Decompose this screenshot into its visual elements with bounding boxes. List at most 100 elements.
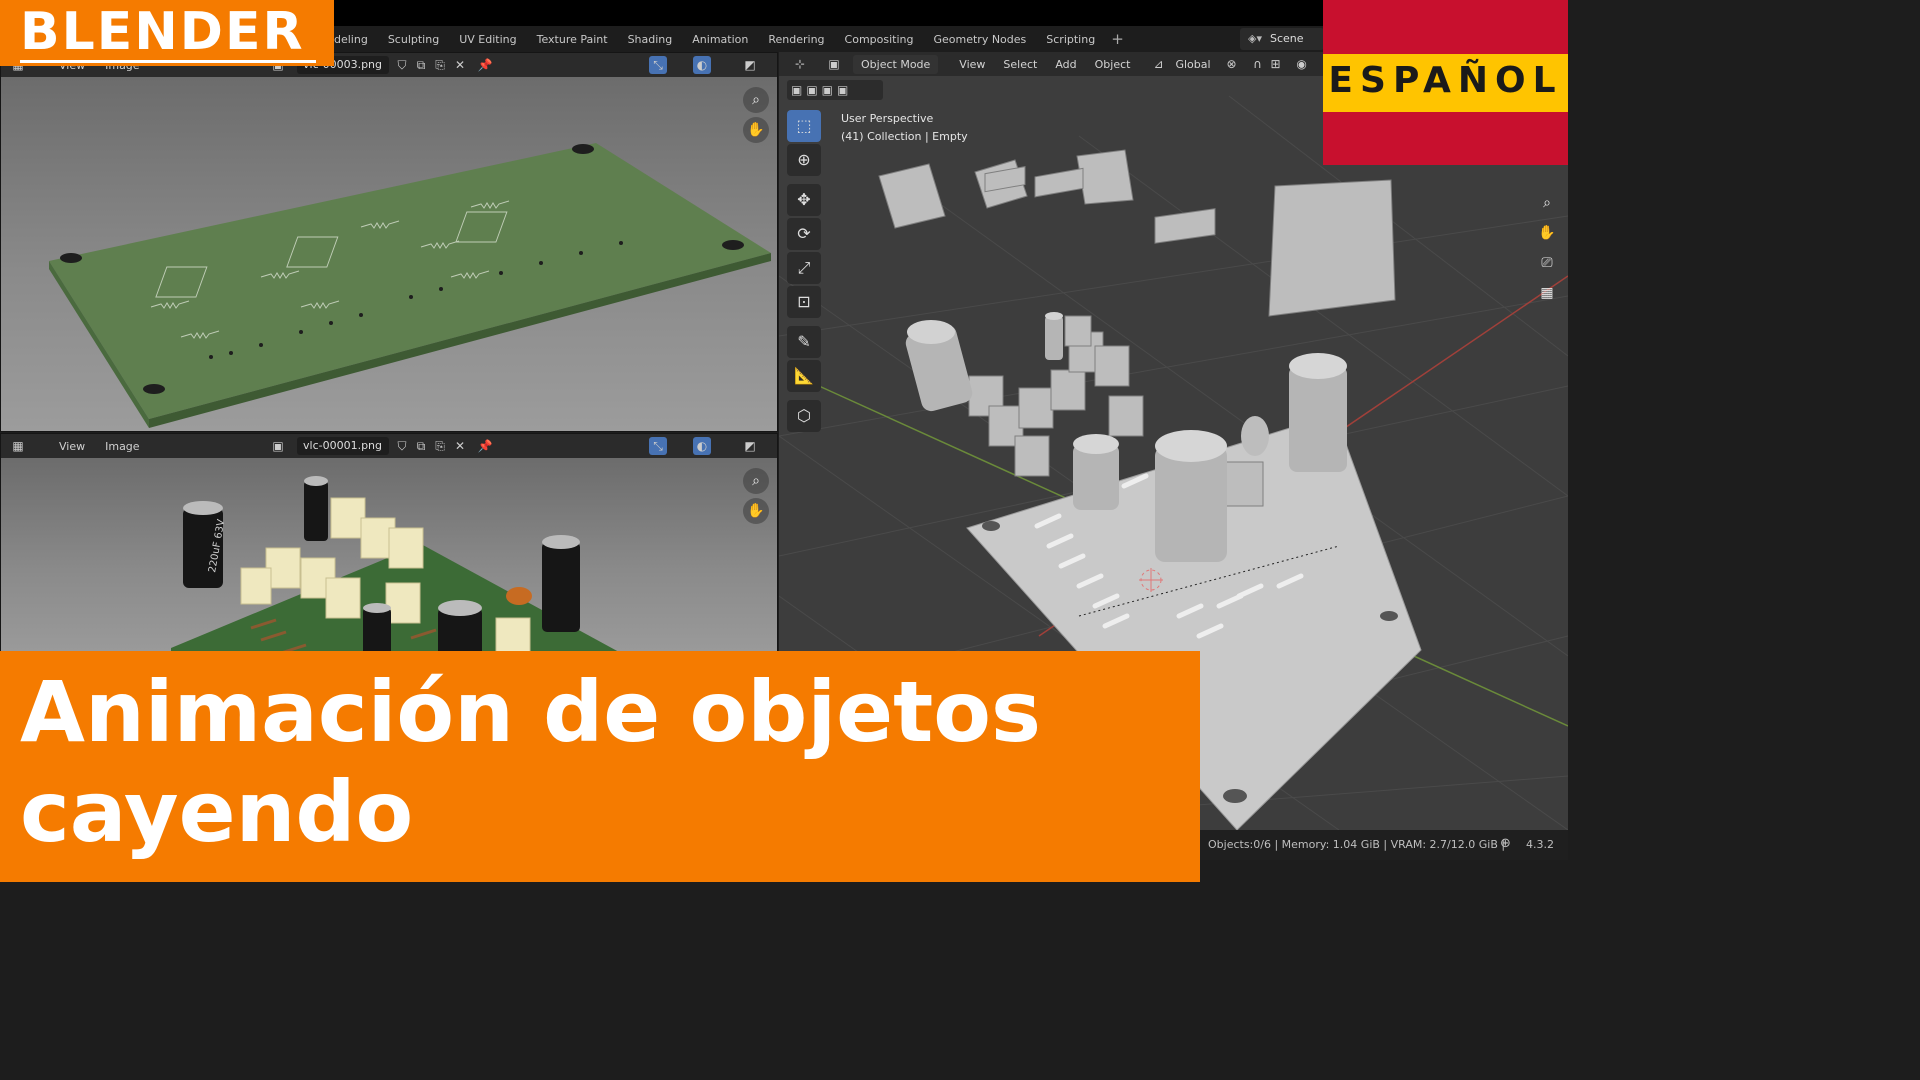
pin-icon[interactable]: 📌 — [476, 56, 494, 74]
viewport-info: User Perspective (41) Collection | Empty — [841, 110, 968, 146]
pan-hand-icon[interactable]: ✋ — [743, 117, 769, 143]
language-label: ESPAÑOL — [1328, 60, 1563, 101]
spain-flag-badge: ESPAÑOL — [1323, 0, 1568, 165]
image-filename-field[interactable]: vlc-00001.png — [297, 437, 389, 455]
brand-badge: BLENDER — [0, 0, 334, 66]
tab-geometry-nodes[interactable]: Geometry Nodes — [923, 26, 1036, 52]
tab-rendering[interactable]: Rendering — [758, 26, 834, 52]
tool-shelf: ⬚ ⊕ ✥ ⟳ ⤢ ⊡ ✎ 📐 ⬡ — [787, 110, 823, 434]
menu-add[interactable]: Add — [1046, 58, 1085, 71]
move-tool-icon[interactable]: ✥ — [787, 184, 821, 216]
zoom-icon[interactable]: ⌕ — [1534, 190, 1560, 216]
tab-sculpting[interactable]: Sculpting — [378, 26, 449, 52]
globe-icon: ⊕ — [1500, 836, 1511, 851]
transform-orientation-selector[interactable]: Global — [1167, 55, 1218, 74]
pan-hand-icon[interactable]: ✋ — [1534, 220, 1560, 246]
pan-hand-icon[interactable]: ✋ — [743, 498, 769, 524]
blender-window: deling Sculpting UV Editing Texture Pain… — [0, 0, 1568, 882]
menu-object[interactable]: Object — [1086, 58, 1140, 71]
pivot-icon[interactable]: ⊗ — [1223, 55, 1241, 73]
scale-tool-icon[interactable]: ⤢ — [787, 252, 821, 284]
pcb-render-image — [49, 143, 771, 428]
mode-selector[interactable]: Object Mode — [853, 54, 939, 74]
menu-image[interactable]: Image — [95, 440, 149, 453]
pcb-assembled-render-image: 220uF 63V — [171, 476, 638, 662]
image-editor-bottom: ▦ View Image ▣ vlc-00001.png ⛉ ⧉ ⎘ ✕ 📌 ⤡… — [0, 433, 778, 663]
menu-view[interactable]: View — [49, 440, 95, 453]
title-line-1: Animación de objetos — [20, 663, 1041, 761]
annotate-tool-icon[interactable]: ✎ — [787, 326, 821, 358]
gizmo-icon[interactable]: ⤡ — [649, 56, 667, 74]
mount-hole — [143, 384, 165, 394]
version-label: 4.3.2 — [1526, 838, 1554, 851]
add-cube-tool-icon[interactable]: ⬡ — [787, 400, 821, 432]
open-image-icon[interactable]: ⎘ — [431, 56, 449, 74]
image-editor-header: ▦ View Image ▣ vlc-00001.png ⛉ ⧉ ⎘ ✕ 📌 ⤡… — [1, 434, 777, 458]
transform-tool-icon[interactable]: ⊡ — [787, 286, 821, 318]
mount-hole — [60, 253, 82, 263]
electrolytic-capacitor — [542, 535, 580, 632]
new-image-icon[interactable]: ⧉ — [412, 437, 430, 455]
camera-icon[interactable]: ⎚ — [1534, 250, 1560, 276]
mount-hole — [1380, 611, 1398, 621]
tab-compositing[interactable]: Compositing — [835, 26, 924, 52]
mount-hole — [1223, 789, 1247, 803]
rotate-tool-icon[interactable]: ⟳ — [787, 218, 821, 250]
display-channels-icon[interactable]: ◩ — [741, 437, 759, 455]
overlay-icon[interactable]: ◐ — [693, 56, 711, 74]
shield-icon[interactable]: ⛉ — [393, 437, 411, 455]
scene-icon: ◈▾ — [1248, 32, 1262, 45]
mount-hole — [722, 240, 744, 250]
brand-underline — [20, 60, 316, 63]
snap-target-icon[interactable]: ⊞ — [1267, 55, 1285, 73]
image-canvas-bottom[interactable]: 220uF 63V ⌕ ✋ — [1, 458, 777, 662]
zoom-icon[interactable]: ⌕ — [743, 87, 769, 113]
scene-statistics: Objects:0/6 | Memory: 1.04 GiB | VRAM: 2… — [1208, 838, 1506, 851]
image-canvas-top[interactable]: ⌕ ✋ — [1, 77, 777, 431]
shield-icon[interactable]: ⛉ — [393, 56, 411, 74]
proportional-edit-icon[interactable]: ◉ — [1293, 55, 1311, 73]
electrolytic-capacitor-large: 220uF 63V — [183, 501, 227, 588]
add-workspace-button[interactable]: + — [1105, 30, 1130, 48]
menu-select[interactable]: Select — [994, 58, 1046, 71]
active-object-label: (41) Collection | Empty — [841, 130, 968, 143]
selection-mode-buttons[interactable]: ▣▣▣▣ — [787, 80, 883, 100]
tab-animation[interactable]: Animation — [682, 26, 758, 52]
display-channels-icon[interactable]: ◩ — [741, 56, 759, 74]
zoom-icon[interactable]: ⌕ — [743, 468, 769, 494]
relay-models — [878, 149, 1396, 317]
mount-hole — [982, 521, 1000, 531]
ceramic-capacitor — [506, 587, 532, 605]
cursor-tool-icon[interactable]: ⊕ — [787, 144, 821, 176]
tab-uv-editing[interactable]: UV Editing — [449, 26, 526, 52]
title-line-2: cayendo — [20, 763, 414, 861]
close-icon[interactable]: ✕ — [451, 56, 469, 74]
overlay-icon[interactable]: ◐ — [693, 437, 711, 455]
pin-icon[interactable]: 📌 — [476, 437, 494, 455]
gizmo-icon[interactable]: ⤡ — [649, 437, 667, 455]
measure-tool-icon[interactable]: 📐 — [787, 360, 821, 392]
object-mode-icon: ▣ — [828, 57, 840, 71]
title-banner: Animación de objetos cayendo — [0, 651, 1200, 882]
pcb-board — [49, 143, 771, 419]
electrolytic-capacitor — [304, 476, 328, 541]
menu-view[interactable]: View — [950, 58, 994, 71]
image-editor-top: ▦ View Image ▣ vlc-00003.png ⛉ ⧉ ⎘ ✕ 📌 ⤡… — [0, 52, 778, 432]
tab-texture-paint[interactable]: Texture Paint — [527, 26, 618, 52]
new-image-icon[interactable]: ⧉ — [412, 56, 430, 74]
image-browse-icon[interactable]: ▣ — [269, 437, 287, 455]
snap-magnet-icon[interactable]: ∩ — [1249, 55, 1267, 73]
tab-shading[interactable]: Shading — [618, 26, 683, 52]
select-box-tool-icon[interactable]: ⬚ — [787, 110, 821, 142]
scene-label: Scene — [1270, 32, 1304, 45]
open-image-icon[interactable]: ⎘ — [431, 437, 449, 455]
brand-label: BLENDER — [20, 2, 305, 62]
editor-type-icon[interactable]: ▦ — [9, 437, 27, 455]
tab-scripting[interactable]: Scripting — [1036, 26, 1105, 52]
transform-orientation-icon: ⊿ — [1153, 57, 1164, 71]
close-icon[interactable]: ✕ — [451, 437, 469, 455]
perspective-grid-icon[interactable]: ▦ — [1534, 280, 1560, 306]
view-perspective-label: User Perspective — [841, 112, 934, 125]
editor-type-icon[interactable]: ⊹ — [791, 55, 809, 73]
scene-selector[interactable]: ◈▾ Scene — [1240, 28, 1324, 50]
